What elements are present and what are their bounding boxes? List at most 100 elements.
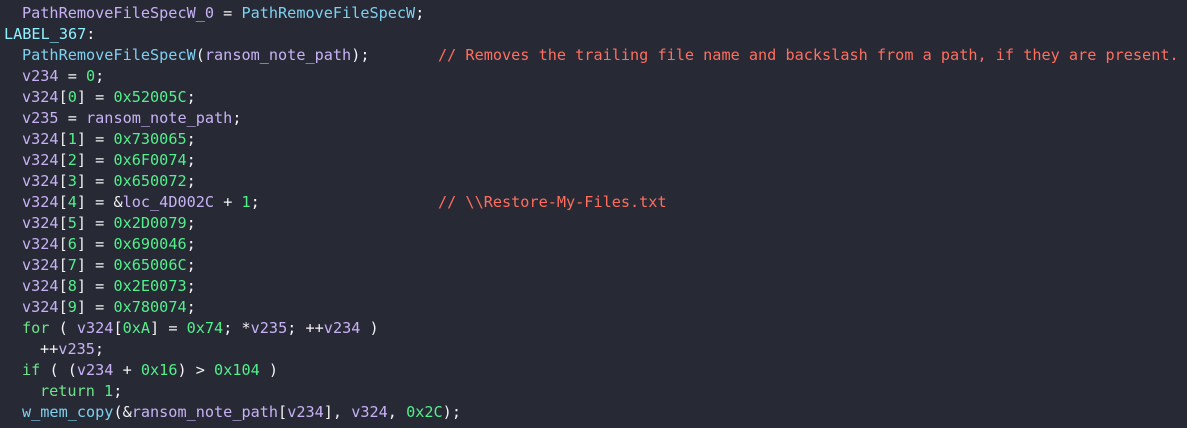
code-token-num[interactable]: 5 bbox=[68, 214, 77, 232]
code-token-var[interactable]: v324 bbox=[22, 214, 59, 232]
code-token-fn[interactable]: w_mem_copy bbox=[22, 403, 113, 421]
code-token-var[interactable]: PathRemoveFileSpecW_0 bbox=[22, 4, 214, 22]
code-token-num[interactable]: 0x2E0073 bbox=[113, 277, 186, 295]
code-token-num[interactable]: 6 bbox=[68, 235, 77, 253]
code-token-num[interactable]: 0x650072 bbox=[113, 172, 186, 190]
code-token-var[interactable]: v324 bbox=[22, 256, 59, 274]
code-token-punc: [ bbox=[58, 151, 68, 169]
code-line[interactable]: v324[7] = 0x65006C; bbox=[0, 255, 1187, 276]
code-token-num[interactable]: 1 bbox=[68, 130, 77, 148]
code-token-num[interactable]: 0x780074 bbox=[113, 298, 186, 316]
code-line[interactable]: PathRemoveFileSpecW(ransom_note_path); //… bbox=[0, 45, 1187, 66]
code-token-var[interactable]: v234 bbox=[22, 67, 59, 85]
code-line[interactable]: w_mem_copy(&ransom_note_path[v234], v324… bbox=[0, 402, 1187, 423]
code-token-var[interactable]: v235 bbox=[58, 340, 95, 358]
code-token-var[interactable]: v324 bbox=[351, 403, 388, 421]
code-token-kw[interactable]: return bbox=[40, 382, 95, 400]
code-token-punc: ; bbox=[186, 88, 196, 106]
code-line[interactable]: LABEL_367: bbox=[0, 24, 1187, 45]
code-token-num[interactable]: 8 bbox=[68, 277, 77, 295]
code-line[interactable]: v235 = ransom_note_path; bbox=[0, 108, 1187, 129]
code-line[interactable]: return 1; bbox=[0, 381, 1187, 402]
pseudocode-view: PathRemoveFileSpecW_0 = PathRemoveFileSp… bbox=[0, 0, 1187, 423]
code-token-punc: ( ( bbox=[40, 361, 77, 379]
code-token-var[interactable]: v324 bbox=[22, 172, 59, 190]
code-token-label[interactable]: LABEL_367 bbox=[4, 25, 86, 43]
code-token-var[interactable]: loc_4D002C bbox=[123, 193, 214, 211]
code-token-num[interactable]: 0x6F0074 bbox=[113, 151, 186, 169]
code-token-num[interactable]: 0x2C bbox=[406, 403, 443, 421]
code-token-var[interactable]: v324 bbox=[22, 298, 59, 316]
code-token-punc: [ bbox=[58, 277, 68, 295]
code-token-num[interactable]: 0x65006C bbox=[113, 256, 186, 274]
code-token-punc: = bbox=[58, 109, 87, 127]
code-token-num[interactable]: 9 bbox=[68, 298, 77, 316]
code-token-num[interactable]: 0 bbox=[86, 67, 95, 85]
code-token-punc: ] = bbox=[76, 277, 114, 295]
code-token-kw[interactable]: if bbox=[22, 361, 40, 379]
code-line[interactable]: for ( v324[0xA] = 0x74; *v235; ++v234 ) bbox=[0, 318, 1187, 339]
code-line[interactable]: v324[5] = 0x2D0079; bbox=[0, 213, 1187, 234]
code-token-num[interactable]: 1 bbox=[104, 382, 113, 400]
code-token-var[interactable]: v235 bbox=[22, 109, 59, 127]
code-token-num[interactable]: 0xA bbox=[123, 319, 150, 337]
code-line[interactable]: v324[4] = &loc_4D002C + 1; // \\Restore-M… bbox=[0, 192, 1187, 213]
code-token-punc: [ bbox=[58, 172, 68, 190]
code-line[interactable]: if ( (v234 + 0x16) > 0x104 ) bbox=[0, 360, 1187, 381]
code-token-num[interactable]: 0x2D0079 bbox=[113, 214, 186, 232]
code-token-num[interactable]: 3 bbox=[68, 172, 77, 190]
code-token-punc: ) > bbox=[177, 361, 215, 379]
code-token-punc: ; bbox=[415, 4, 425, 22]
code-token-var[interactable]: v234 bbox=[287, 403, 324, 421]
code-token-punc: ; bbox=[186, 130, 196, 148]
code-line[interactable]: v324[9] = 0x780074; bbox=[0, 297, 1187, 318]
code-token-num[interactable]: 0x16 bbox=[141, 361, 178, 379]
code-token-var[interactable]: ransom_note_path bbox=[132, 403, 278, 421]
code-line[interactable]: ++v235; bbox=[0, 339, 1187, 360]
code-token-var[interactable]: v324 bbox=[22, 88, 59, 106]
code-token-num[interactable]: 2 bbox=[68, 151, 77, 169]
code-token-punc: ) bbox=[259, 361, 279, 379]
code-line[interactable]: PathRemoveFileSpecW_0 = PathRemoveFileSp… bbox=[0, 3, 1187, 24]
code-token-punc: ] = bbox=[76, 130, 114, 148]
code-line[interactable]: v324[6] = 0x690046; bbox=[0, 234, 1187, 255]
code-token-var[interactable]: v324 bbox=[22, 277, 59, 295]
code-token-num[interactable]: 0x730065 bbox=[113, 130, 186, 148]
code-token-var[interactable]: v234 bbox=[77, 361, 114, 379]
code-token-punc: ); bbox=[442, 403, 461, 421]
code-token-kw[interactable]: for bbox=[22, 319, 49, 337]
code-line[interactable]: v324[8] = 0x2E0073; bbox=[0, 276, 1187, 297]
code-token-fn[interactable]: PathRemoveFileSpecW bbox=[241, 4, 415, 22]
code-token-var[interactable]: v235 bbox=[251, 319, 288, 337]
code-token-num[interactable]: 0x690046 bbox=[113, 235, 186, 253]
code-token-punc: [ bbox=[58, 130, 68, 148]
code-token-var[interactable]: v324 bbox=[77, 319, 114, 337]
code-token-num[interactable]: 4 bbox=[68, 193, 77, 211]
code-token-var[interactable]: v324 bbox=[22, 130, 59, 148]
code-token-punc: , bbox=[387, 403, 407, 421]
code-token-punc: + bbox=[214, 193, 242, 211]
code-token-fn[interactable]: PathRemoveFileSpecW bbox=[22, 46, 196, 64]
code-line[interactable]: v324[1] = 0x730065; bbox=[0, 129, 1187, 150]
code-line[interactable]: v324[2] = 0x6F0074; bbox=[0, 150, 1187, 171]
code-token-num[interactable]: 1 bbox=[241, 193, 250, 211]
code-line[interactable]: v324[0] = 0x52005C; bbox=[0, 87, 1187, 108]
code-token-num[interactable]: 0x74 bbox=[187, 319, 224, 337]
code-token-var[interactable]: v324 bbox=[22, 193, 59, 211]
code-token-punc: = bbox=[214, 4, 242, 22]
code-token-punc: ); bbox=[351, 46, 370, 64]
code-token-var[interactable]: v234 bbox=[324, 319, 361, 337]
code-token-var[interactable]: ransom_note_path bbox=[205, 46, 351, 64]
code-token-var[interactable]: ransom_note_path bbox=[86, 109, 232, 127]
code-token-punc: ( bbox=[195, 46, 205, 64]
code-line[interactable]: v234 = 0; bbox=[0, 66, 1187, 87]
code-line[interactable]: v324[3] = 0x650072; bbox=[0, 171, 1187, 192]
code-token-num[interactable]: 7 bbox=[68, 256, 77, 274]
code-token-num[interactable]: 0 bbox=[68, 88, 77, 106]
code-token-var[interactable]: v324 bbox=[22, 235, 59, 253]
code-token-num[interactable]: 0x52005C bbox=[113, 88, 186, 106]
code-token-var[interactable]: v324 bbox=[22, 151, 59, 169]
code-token-punc: ] = bbox=[76, 88, 114, 106]
code-token-num[interactable]: 0x104 bbox=[214, 361, 260, 379]
code-token-punc: ] = bbox=[76, 256, 114, 274]
